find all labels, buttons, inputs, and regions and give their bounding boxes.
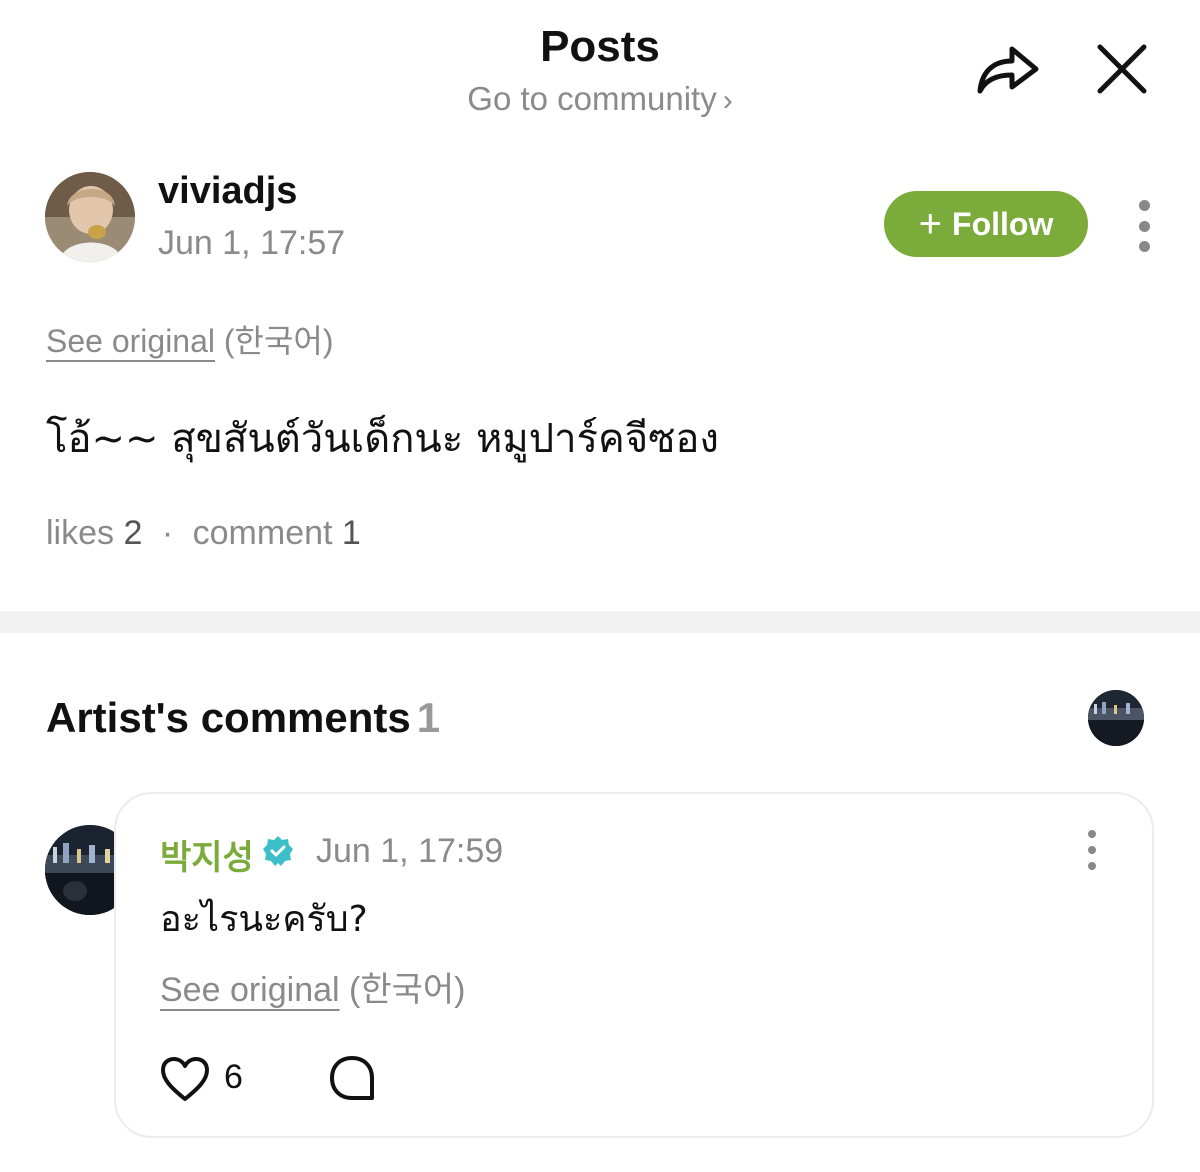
avatar-photo: [45, 172, 135, 262]
commenter-name[interactable]: 박지성: [160, 830, 254, 879]
close-icon: [1097, 44, 1147, 94]
close-button[interactable]: [1088, 36, 1156, 102]
follow-button[interactable]: + Follow: [884, 191, 1088, 257]
comment-timestamp: Jun 1, 17:59: [316, 832, 504, 870]
share-button[interactable]: [972, 36, 1044, 102]
author-avatar[interactable]: [45, 172, 135, 262]
header-bar: Posts Go to community ›: [0, 0, 1200, 130]
share-arrow-icon: [977, 46, 1039, 94]
see-original-link[interactable]: See original: [46, 323, 215, 359]
section-divider: [0, 611, 1200, 633]
reply-bubble-icon[interactable]: [328, 1054, 376, 1102]
artist-comments-count: 1: [416, 694, 441, 741]
comment-like-count: 6: [224, 1058, 243, 1096]
comment-more-options-button[interactable]: [1080, 830, 1104, 870]
comment-see-original-link[interactable]: See original: [160, 971, 340, 1009]
post: viviadjs Jun 1, 17:57 + Follow See origi…: [0, 160, 1200, 600]
artist-comment-card: 박지성 Jun 1, 17:59 อะไรนะครับ? See origina…: [114, 792, 1154, 1138]
more-dot-icon: [1138, 241, 1150, 252]
post-more-options-button[interactable]: [1124, 196, 1164, 256]
verified-badge-icon: [263, 836, 293, 866]
stats-separator: ·: [161, 514, 174, 552]
author-username[interactable]: viviadjs: [158, 170, 297, 213]
likes-label: likes: [46, 514, 115, 552]
likes-count: 2: [123, 514, 143, 552]
original-language: (한국어): [223, 323, 334, 359]
more-dot-icon: [1088, 862, 1096, 870]
artist-avatar-small[interactable]: [1088, 690, 1144, 746]
comment-original-language: (한국어): [349, 971, 466, 1009]
comment-text: อะไรนะครับ?: [160, 899, 368, 940]
artist-comments-heading: Artist's comments 1: [46, 694, 440, 742]
follow-label: Follow: [952, 205, 1054, 242]
comment-translation-row: See original (한국어): [160, 962, 466, 1011]
more-dot-icon: [1088, 830, 1096, 838]
comment-count: 1: [341, 514, 361, 552]
chevron-right-icon: ›: [722, 84, 733, 117]
translation-row: See original (한국어): [46, 316, 334, 362]
post-stats: likes 2 · comment 1: [46, 514, 361, 553]
post-body-text: โอ้~~ สุขสันต์วันเด็กนะ หมูปาร์คจีซอง: [46, 416, 719, 462]
community-link-label: Go to community: [467, 80, 717, 117]
comment-label[interactable]: comment: [193, 514, 333, 552]
more-dot-icon: [1138, 200, 1150, 211]
more-dot-icon: [1088, 846, 1096, 854]
plus-icon: +: [918, 202, 943, 246]
artist-comments-title: Artist's comments: [46, 694, 411, 741]
heart-icon[interactable]: [160, 1056, 210, 1102]
more-dot-icon: [1138, 220, 1150, 232]
post-timestamp: Jun 1, 17:57: [158, 224, 346, 262]
avatar-photo: [1088, 690, 1144, 746]
